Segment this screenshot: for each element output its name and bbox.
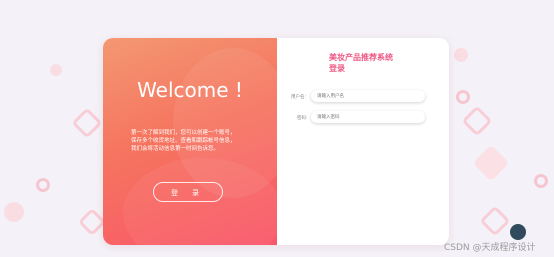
csdn-watermark: CSDN @天成程序设计 [444, 243, 536, 253]
decor-diamond [77, 207, 107, 237]
password-label: 密码: [297, 116, 308, 121]
decor-diamond [479, 205, 511, 237]
login-form-panel: 美妆产品推荐系统 登录 用户名: 密码: [277, 38, 449, 245]
login-card: Welcome ! 第一次了解到我们，您可以创建一个账号， 保存多个收货地址、查… [103, 38, 449, 245]
password-input[interactable] [311, 111, 425, 123]
decor-diamond [71, 107, 103, 139]
decor-ring [534, 174, 548, 188]
decor-square [472, 144, 510, 182]
welcome-panel: Welcome ! 第一次了解到我们，您可以创建一个账号， 保存多个收货地址、查… [103, 38, 277, 245]
decor-dot [510, 224, 526, 240]
username-input[interactable] [311, 90, 425, 102]
username-label: 用户名: [291, 95, 307, 100]
decor-ring [36, 178, 50, 192]
system-title: 美妆产品推荐系统 登录 [329, 53, 393, 73]
decor-ring [456, 90, 470, 104]
decor-diamond [461, 105, 493, 137]
login-button[interactable]: 登 录 [153, 182, 223, 202]
decor-dot [4, 202, 24, 222]
decor-dot [50, 64, 62, 76]
welcome-intro-text: 第一次了解到我们，您可以创建一个账号， 保存多个收货地址、查看和跟踪帐号信息， … [131, 130, 236, 152]
decor-dot [454, 48, 468, 62]
welcome-heading: Welcome ! [137, 78, 243, 102]
